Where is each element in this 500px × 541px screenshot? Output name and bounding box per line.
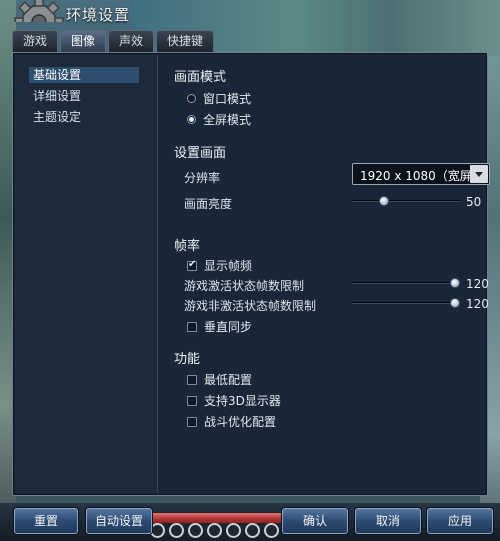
checkbox-label: 垂直同步 [204,320,253,334]
checkbox-vsync[interactable]: 垂直同步 [187,318,252,335]
slider-handle[interactable] [450,298,460,308]
section-heading-features: 功能 [174,352,201,367]
checkbox[interactable] [187,416,197,427]
checkbox-label: 支持3D显示器 [204,394,281,408]
gear-icon [14,0,64,22]
sidebar: 基础设置 详细设置 主题设定 [15,55,158,493]
decorative-rings [150,523,285,541]
sidebar-item-detail[interactable]: 详细设置 [29,88,85,104]
window-title: 环境设置 [66,6,131,24]
resolution-value: 1920 x 1080（宽屏） [360,169,484,183]
checkbox-minimum-config[interactable]: 最低配置 [187,371,252,388]
checkbox-label: 显示帧频 [204,259,253,273]
reset-button[interactable]: 重置 [14,508,78,534]
checkbox-label: 最低配置 [204,373,253,387]
slider-track [352,282,460,284]
resolution-dropdown[interactable]: 1920 x 1080（宽屏） [352,163,490,185]
tab-bar: 游戏 图像 声效 快捷键 [12,30,215,53]
slider-handle[interactable] [379,196,389,206]
checkbox[interactable] [187,321,197,332]
auto-settings-button[interactable]: 自动设置 [86,508,152,534]
brightness-slider[interactable] [352,196,460,206]
settings-panel: 基础设置 详细设置 主题设定 画面模式 窗口模式 全屏模式 设置画面 分辨率 1… [12,52,490,496]
radio-button-selected[interactable] [187,115,196,124]
inactive-fps-limit-label: 游戏非激活状态帧数限制 [184,299,317,313]
inactive-fps-limit-slider[interactable] [352,298,460,308]
checkbox[interactable] [187,374,197,385]
active-fps-limit-label: 游戏激活状态帧数限制 [184,279,305,293]
radio-label: 窗口模式 [203,92,252,106]
checkbox-combat-optimization[interactable]: 战斗优化配置 [187,413,276,430]
section-heading-framerate: 帧率 [174,239,201,254]
section-heading-screen: 设置画面 [174,146,227,161]
sidebar-item-basic[interactable]: 基础设置 [29,67,139,83]
resolution-label: 分辨率 [184,171,221,185]
inactive-fps-limit-value: 120 [466,297,489,311]
tab-game[interactable]: 游戏 [12,30,59,52]
ring-ornament [226,523,241,538]
confirm-button[interactable]: 确认 [282,508,348,534]
tab-graphics[interactable]: 图像 [60,30,107,53]
ring-ornament [207,523,222,538]
cancel-button[interactable]: 取消 [355,508,421,534]
apply-button[interactable]: 应用 [427,508,493,534]
radio-button[interactable] [187,94,196,103]
ring-ornament [150,523,165,538]
checkbox-3d-display[interactable]: 支持3D显示器 [187,392,281,409]
chevron-down-icon[interactable] [470,165,488,183]
tab-hotkeys[interactable]: 快捷键 [156,30,215,52]
radio-fullscreen-mode[interactable]: 全屏模式 [187,111,251,128]
ring-ornament [245,523,260,538]
settings-content: 画面模式 窗口模式 全屏模式 设置画面 分辨率 1920 x 1080（宽屏） … [159,53,490,493]
radio-windowed-mode[interactable]: 窗口模式 [187,90,251,107]
brightness-label: 画面亮度 [184,197,233,211]
ring-ornament [264,523,279,538]
tab-sound[interactable]: 声效 [108,30,155,52]
slider-track [352,200,460,202]
slider-handle[interactable] [450,278,460,288]
radio-label: 全屏模式 [203,113,252,127]
checkbox-checked[interactable] [187,259,197,271]
section-heading-display-mode: 画面模式 [174,70,227,85]
sidebar-item-theme[interactable]: 主题设定 [29,109,85,125]
brightness-value: 50 [466,195,482,209]
checkbox-show-fps[interactable]: 显示帧频 [187,257,252,274]
ring-ornament [169,523,184,538]
active-fps-limit-value: 120 [466,277,489,291]
active-fps-limit-slider[interactable] [352,278,460,288]
slider-track [352,302,460,304]
ring-ornament [188,523,203,538]
checkbox-label: 战斗优化配置 [204,415,277,429]
checkbox[interactable] [187,395,197,406]
